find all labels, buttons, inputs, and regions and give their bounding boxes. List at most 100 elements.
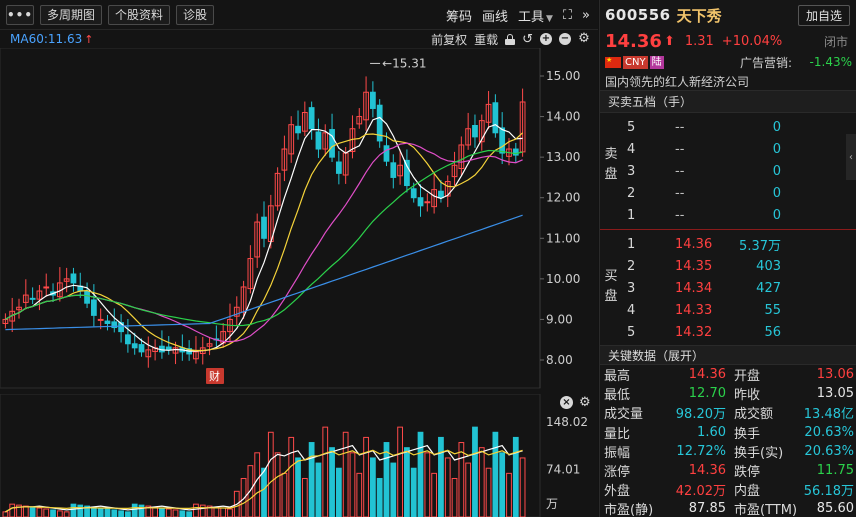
- bid-price: 14.36: [675, 236, 713, 252]
- volume-bar: [506, 472, 512, 517]
- ask-row[interactable]: 5 -- 0: [600, 116, 856, 138]
- candle-body: [410, 188, 417, 199]
- volume-bar: [499, 452, 506, 517]
- draw-line-button[interactable]: 画线: [482, 6, 508, 25]
- volume-bar: [281, 472, 288, 517]
- stat-key: 跌停: [734, 465, 761, 481]
- undo-icon[interactable]: ↺: [522, 32, 533, 47]
- key-stats: 最高 14.36 开盘 13.06 最低 12.70 昨收 13.05 成交量 98.20万 成交额…: [600, 365, 856, 517]
- bid-row[interactable]: 5 14.32 56: [600, 321, 856, 343]
- stat-value: 11.75: [816, 463, 854, 479]
- volume-bar: [417, 431, 424, 517]
- volume-axis: 148.02 74.01 万: [546, 415, 588, 511]
- ask-row[interactable]: 1 -- 0: [600, 204, 856, 226]
- last-price: 14.36: [605, 30, 662, 52]
- chips-button[interactable]: 筹码: [446, 6, 472, 25]
- more-menu-button[interactable]: •••: [6, 4, 34, 25]
- key-stats-title[interactable]: 关键数据（展开）: [600, 345, 856, 365]
- stat-value: 1.60: [697, 424, 726, 440]
- volume-bar: [512, 436, 519, 517]
- stat-row: 外盘 42.02万 内盘 56.18万: [600, 480, 856, 499]
- volume-tick-label: 148.02: [546, 415, 588, 429]
- ask-level: 3: [627, 163, 636, 179]
- ask-volume: 0: [772, 163, 781, 179]
- stock-header: 600556 天下秀 加自选: [600, 0, 856, 30]
- candle-body: [383, 145, 390, 162]
- candle-body: [424, 201, 431, 204]
- candle-body: [315, 131, 322, 150]
- volume-bar: [165, 508, 172, 517]
- bid-row[interactable]: 4 14.33 55: [600, 299, 856, 321]
- ask-row[interactable]: 3 -- 0: [600, 160, 856, 182]
- candle-body: [90, 299, 97, 316]
- event-badge-label: 财: [209, 369, 220, 383]
- volume-bar: [329, 447, 335, 517]
- zoom-out-icon[interactable]: −: [559, 33, 571, 45]
- market-status: 闭市: [823, 34, 848, 49]
- forward-adjust-button[interactable]: 前复权: [431, 31, 467, 48]
- ask-row[interactable]: 4 -- 0: [600, 138, 856, 160]
- overlay-button[interactable]: 重载: [474, 31, 498, 48]
- volume-bar: [397, 426, 403, 517]
- stock-profile-button[interactable]: 个股资料: [108, 4, 171, 25]
- volume-chart[interactable]: 148.02 74.01 万: [0, 394, 598, 517]
- order-book: 卖 盘 5 -- 0 4 -- 0 3 -- 0 2 -- 0 1 -- 0 买 盘 1 14.36 5.37万…: [600, 113, 856, 343]
- volume-bar: [172, 509, 179, 517]
- lock-icon[interactable]: [505, 33, 516, 45]
- ask-volume: 0: [772, 185, 781, 201]
- bid-row[interactable]: 3 14.34 427: [600, 277, 856, 299]
- volume-bar: [227, 508, 233, 517]
- multi-period-button[interactable]: 多周期图: [40, 4, 103, 25]
- stat-key: 昨收: [734, 388, 761, 404]
- collapse-panel-icon[interactable]: »: [582, 8, 590, 23]
- candle-body: [417, 197, 424, 207]
- stat-row: 成交量 98.20万 成交额 13.48亿: [600, 403, 856, 422]
- bid-row[interactable]: 2 14.35 403: [600, 255, 856, 277]
- stock-name: 天下秀: [676, 6, 722, 25]
- volume-bar: [424, 452, 431, 517]
- volume-bar: [342, 431, 349, 517]
- price-change-pct: +10.04%: [721, 33, 783, 49]
- volume-bar: [267, 431, 274, 517]
- candle-body: [492, 102, 499, 134]
- volume-bar: [104, 508, 111, 517]
- kline-chart[interactable]: 15.00 14.00 13.00 12.00 11.00 10.00 9.00 8.00 ←…: [0, 48, 598, 392]
- collapse-tab-icon[interactable]: ‹: [846, 134, 856, 180]
- sector-label[interactable]: 广告营销:: [740, 54, 792, 71]
- volume-tick-label: 万: [546, 497, 558, 511]
- price-tick-label: 8.00: [546, 353, 573, 367]
- stat-value: 20.63%: [804, 424, 854, 440]
- price-tick-label: 15.00: [546, 69, 580, 83]
- price-tick-label: 9.00: [546, 312, 573, 326]
- candle-body: [335, 161, 342, 174]
- volume-bar: [519, 457, 526, 517]
- settings-gear-icon[interactable]: ⚙: [578, 32, 590, 45]
- candle-body: [165, 346, 172, 351]
- order-book-title[interactable]: 买卖五档（手）: [600, 91, 856, 113]
- up-arrow-icon: ⬆: [663, 33, 675, 49]
- volume-bar: [90, 506, 97, 517]
- add-watchlist-button[interactable]: 加自选: [797, 5, 850, 26]
- stat-key: 换手: [734, 426, 761, 442]
- ask-level: 2: [627, 185, 636, 201]
- volume-bar: [322, 426, 329, 517]
- volume-bar: [274, 452, 281, 517]
- chart-area[interactable]: ••• 多周期图 个股资料 诊股 筹码 画线 工具 ▼ ⛶ » MA60:11.6…: [0, 0, 598, 517]
- bid-level: 2: [627, 258, 636, 274]
- tools-menu[interactable]: 工具 ▼: [518, 6, 553, 25]
- stat-value: 87.85: [688, 501, 726, 517]
- bid-row[interactable]: 1 14.36 5.37万: [600, 233, 856, 255]
- candle-body: [438, 190, 444, 199]
- fullscreen-icon[interactable]: ⛶: [563, 8, 572, 23]
- bid-price: 14.32: [675, 324, 713, 340]
- kline-grid: [0, 48, 541, 389]
- zoom-in-icon[interactable]: +: [540, 33, 552, 45]
- volume-bar: [199, 504, 206, 517]
- bid-level: 1: [627, 236, 636, 252]
- price-tick-label: 14.00: [546, 110, 580, 124]
- ask-row[interactable]: 2 -- 0: [600, 182, 856, 204]
- diagnose-button[interactable]: 诊股: [176, 4, 215, 25]
- volume-bar: [295, 457, 301, 517]
- volume-bar: [301, 477, 308, 517]
- candle-body: [70, 273, 77, 284]
